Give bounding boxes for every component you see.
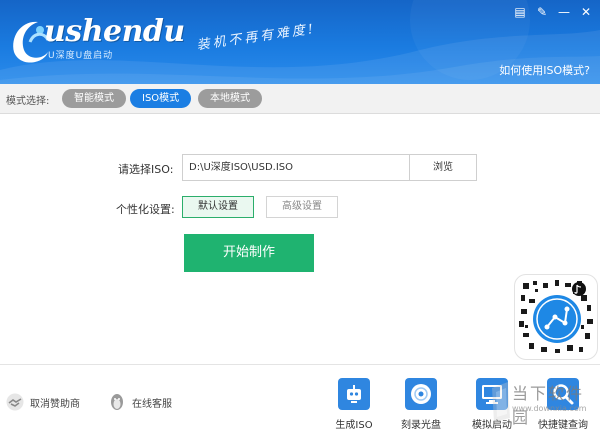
mode-iso-button[interactable]: ISO模式 [130, 89, 192, 108]
cancel-sponsor-link[interactable]: 取消赞助商 [6, 393, 80, 411]
tool-burn-disc-label: 刻录光盘 [401, 420, 441, 431]
penguin-icon [111, 394, 123, 410]
robot-icon [338, 378, 370, 410]
qr-code-image [519, 280, 593, 353]
header-banner: ushendu U深度U盘启动 装机不再有难度! ▤ ✎ — ✕ 如何使用ISO… [0, 0, 600, 84]
window-controls: ▤ ✎ — ✕ [512, 4, 594, 20]
mode-smart-button[interactable]: 智能模式 [62, 89, 126, 108]
skin-icon[interactable]: ✎ [534, 4, 550, 20]
footer-divider [0, 364, 600, 365]
close-icon[interactable]: ✕ [578, 4, 594, 20]
mode-bar: 模式选择: 智能模式 ISO模式 本地模式 [0, 84, 600, 114]
default-settings-button[interactable]: 默认设置 [182, 196, 254, 218]
watermark-url: www.downxia.com [512, 404, 587, 413]
iso-label: 请选择ISO: [118, 163, 174, 176]
help-iso-link[interactable]: 如何使用ISO模式? [499, 62, 590, 78]
personal-settings-label: 个性化设置: [116, 203, 175, 216]
disc-icon [405, 378, 437, 410]
online-service-link[interactable]: 在线客服 [108, 393, 172, 411]
mode-local-button[interactable]: 本地模式 [198, 89, 262, 108]
logo-text: ushendu [44, 14, 185, 49]
browse-button[interactable]: 浏览 [409, 154, 477, 181]
online-service-label: 在线客服 [132, 398, 172, 410]
advanced-settings-button[interactable]: 高级设置 [266, 196, 338, 218]
logo-subtitle: U深度U盘启动 [48, 51, 114, 61]
iso-path-input[interactable]: D:\U深度ISO\USD.ISO [182, 154, 410, 181]
tool-burn-disc[interactable]: 刻录光盘 [393, 378, 449, 431]
tool-generate-iso[interactable]: 生成ISO [326, 378, 382, 431]
start-making-button[interactable]: 开始制作 [184, 234, 314, 272]
mode-label: 模式选择: [6, 96, 50, 107]
handshake-icon [6, 393, 24, 411]
cancel-sponsor-label: 取消赞助商 [30, 398, 80, 410]
minimize-icon[interactable]: — [556, 4, 572, 20]
qr-code [514, 274, 598, 360]
book-icon[interactable]: ▤ [512, 4, 528, 20]
tool-generate-iso-label: 生成ISO [335, 420, 373, 431]
